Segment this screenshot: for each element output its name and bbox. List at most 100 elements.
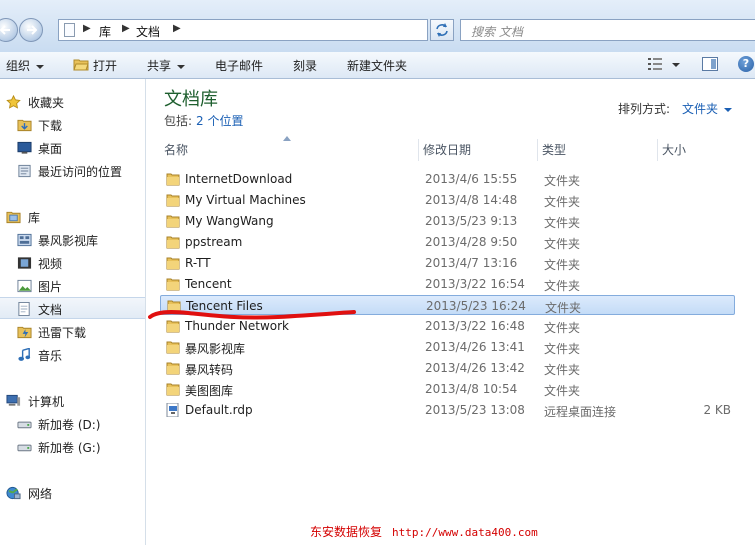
video-icon [17,257,32,269]
drive-icon [17,444,32,452]
table-row[interactable]: InternetDownload 2013/4/6 15:55 文件夹 [160,169,735,189]
sidebar-item-drive-d[interactable]: 新加卷 (D:) [0,413,145,435]
table-row[interactable]: 暴风转码 2013/4/26 13:42 文件夹 [160,358,735,378]
file-type: 文件夹 [544,342,581,356]
music-icon [18,348,31,361]
file-date: 2013/4/7 13:16 [425,256,518,270]
organize-button[interactable]: 组织 [6,57,45,74]
arrange-by-dropdown[interactable]: 文件夹 [682,100,733,117]
sidebar-item-label: 文档 [38,303,63,317]
forward-button[interactable] [19,18,43,42]
sidebar-item-desktop[interactable]: 桌面 [0,137,145,159]
sidebar-item-downloads[interactable]: 下载 [0,114,145,136]
includes-label: 包括: [164,114,193,128]
sidebar-item-computer[interactable]: 计算机 [0,390,145,412]
sidebar-item-label: 音乐 [38,349,63,363]
share-button[interactable]: 共享 [147,57,186,74]
sidebar-item-network[interactable]: 网络 [0,482,145,504]
sidebar-item-libraries[interactable]: 库 [0,206,145,228]
new-folder-button[interactable]: 新建文件夹 [347,57,407,74]
breadcrumb-separator-icon[interactable]: ▶ [83,23,91,34]
column-name[interactable]: 名称 [160,139,419,161]
document-icon [64,23,75,37]
sidebar-item-videos[interactable]: 视频 [0,252,145,274]
open-folder-icon [73,59,89,71]
sidebar-item-label: 下载 [38,119,63,133]
drive-icon [17,421,32,429]
sidebar-item-favorites[interactable]: 收藏夹 [0,91,145,113]
open-button[interactable]: 打开 [93,57,117,74]
table-row[interactable]: 美图图库 2013/4/8 10:54 文件夹 [160,379,735,399]
breadcrumb-documents[interactable]: 文档 [136,23,160,40]
sidebar-item-label: 新加卷 (G:) [38,441,101,455]
sidebar-item-label: 暴风影视库 [38,234,99,248]
file-name: InternetDownload [185,172,293,186]
folder-icon [166,194,180,207]
sidebar-item-label: 收藏夹 [28,96,65,110]
help-icon[interactable]: ? [738,56,754,72]
table-row[interactable]: My Virtual Machines 2013/4/8 14:48 文件夹 [160,190,735,210]
file-type: 文件夹 [544,258,581,272]
burn-button[interactable]: 刻录 [293,57,317,74]
file-date: 2013/3/22 16:54 [425,277,525,291]
sidebar-item-label: 桌面 [38,142,63,156]
refresh-button[interactable] [430,19,454,41]
includes-locations-link[interactable]: 2 个位置 [196,114,243,128]
recent-places-icon [18,164,31,178]
remote-desktop-file-icon [166,403,179,417]
file-date: 2013/4/26 13:41 [425,340,525,354]
sidebar-item-thunder-downloads[interactable]: 迅雷下载 [0,321,145,343]
documents-icon [18,302,30,316]
column-type[interactable]: 类型 [538,139,658,161]
sidebar-item-label: 计算机 [28,395,65,409]
email-button[interactable]: 电子邮件 [215,57,263,74]
column-modified[interactable]: 修改日期 [419,139,538,161]
folder-icon [166,215,180,228]
file-date: 2013/4/26 13:42 [425,361,525,375]
preview-pane-icon[interactable] [702,57,718,71]
file-name: 美图图库 [185,384,234,398]
table-row[interactable]: Default.rdp 2013/5/23 13:08 远程桌面连接 2 KB [160,400,735,420]
navigation-pane: 收藏夹 下载 桌面 最近访问的位置 库 暴风影视库 视频 图片 文档 迅雷下载 … [0,79,146,545]
sidebar-item-music[interactable]: 音乐 [0,344,145,366]
address-path-box[interactable]: ▶ 库 ▶ 文档 ▶ [58,19,479,41]
sidebar-item-pictures[interactable]: 图片 [0,275,145,297]
star-icon [6,95,21,109]
search-input[interactable]: 搜索 文档 [460,19,755,41]
address-bar-area: ▶ 库 ▶ 文档 ▶ 搜索 文档 [0,0,755,52]
sidebar-item-baofeng-library[interactable]: 暴风影视库 [0,229,145,251]
desktop-icon [17,141,32,154]
breadcrumb-library[interactable]: 库 [99,23,111,40]
back-arrow-icon [0,25,10,35]
sidebar-item-label: 图片 [38,280,63,294]
table-row[interactable]: Tencent 2013/3/22 16:54 文件夹 [160,274,735,294]
watermark: 东安数据恢复 http://www.data400.com [310,523,538,540]
sidebar-item-label: 新加卷 (D:) [38,418,101,432]
file-type: 文件夹 [544,363,581,377]
file-date: 2013/4/6 15:55 [425,172,518,186]
red-underline-annotation [148,310,356,320]
back-button[interactable] [0,18,18,42]
file-date: 2013/4/8 14:48 [425,193,518,207]
breadcrumb-separator-icon[interactable]: ▶ [173,23,181,34]
table-row[interactable]: R-TT 2013/4/7 13:16 文件夹 [160,253,735,273]
sidebar-item-recent-places[interactable]: 最近访问的位置 [0,160,145,182]
breadcrumb-separator-icon[interactable]: ▶ [122,23,130,34]
file-date: 2013/5/23 13:08 [425,403,525,417]
watermark-text: 东安数据恢复 [310,525,383,539]
file-type: 文件夹 [545,301,582,315]
file-name: ppstream [185,235,243,249]
view-options-icon[interactable] [648,58,662,70]
folder-icon [166,257,180,270]
thunder-folder-icon [17,326,32,339]
library-includes: 包括: 2 个位置 [164,112,244,129]
table-row[interactable]: 暴风影视库 2013/4/26 13:41 文件夹 [160,337,735,357]
computer-icon [6,394,21,406]
table-row[interactable]: ppstream 2013/4/28 9:50 文件夹 [160,232,735,252]
sidebar-item-drive-g[interactable]: 新加卷 (G:) [0,436,145,458]
column-size[interactable]: 大小 [658,139,723,161]
sidebar-item-documents[interactable]: 文档 [0,297,145,319]
view-dropdown-icon[interactable] [672,63,680,67]
table-row[interactable]: My WangWang 2013/5/23 9:13 文件夹 [160,211,735,231]
column-header: 名称 修改日期 类型 大小 [160,136,755,161]
